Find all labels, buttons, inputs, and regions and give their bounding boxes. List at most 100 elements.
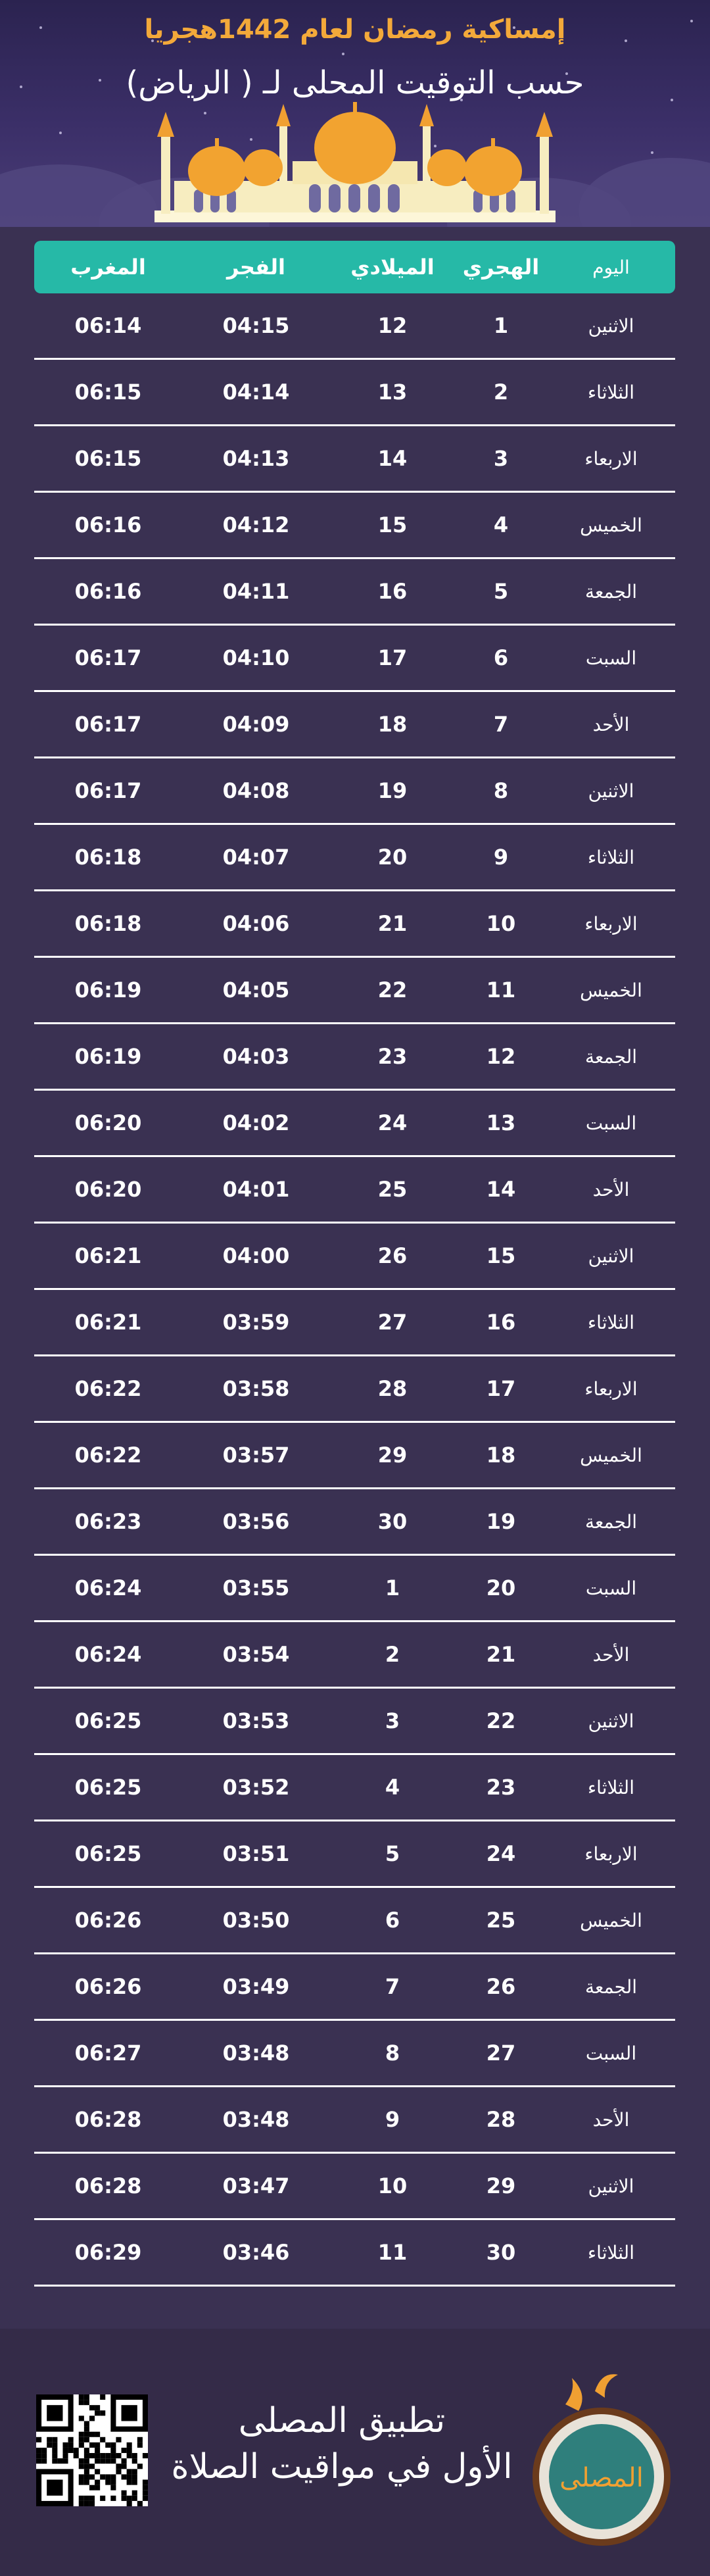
table-row: الاربعاء 17 28 03:58 06:22 <box>34 1356 675 1423</box>
cell-hijri: 16 <box>486 1310 516 1335</box>
cell-day: الاثنين <box>588 2175 634 2197</box>
cell-maghrib: 06:15 <box>74 446 142 471</box>
cell-hijri: 29 <box>486 2173 516 2198</box>
cell-maghrib: 06:22 <box>74 1443 142 1468</box>
cell-maghrib: 06:20 <box>74 1110 142 1135</box>
cell-maghrib: 06:24 <box>74 1575 142 1600</box>
cell-hijri: 5 <box>493 579 509 604</box>
cell-hijri: 11 <box>486 978 516 1003</box>
cell-hijri: 21 <box>486 1642 516 1667</box>
cell-day: الخميس <box>580 979 642 1001</box>
table-row: الأحد 21 2 03:54 06:24 <box>34 1622 675 1689</box>
cell-hijri: 26 <box>486 1974 516 1999</box>
cell-hijri: 27 <box>486 2041 516 2066</box>
cell-gregorian: 12 <box>377 313 408 338</box>
cell-hijri: 22 <box>486 1708 516 1733</box>
table-row: الأحد 7 18 04:09 06:17 <box>34 692 675 758</box>
cell-day: الثلاثاء <box>588 1776 634 1798</box>
cell-hijri: 24 <box>486 1841 516 1866</box>
cell-gregorian: 8 <box>385 2041 400 2066</box>
header-day: اليوم <box>592 256 630 278</box>
cell-fajr: 04:12 <box>222 512 290 537</box>
cell-day: الأحد <box>592 1178 630 1201</box>
cell-gregorian: 10 <box>377 2173 408 2198</box>
table-row: الأحد 14 25 04:01 06:20 <box>34 1157 675 1224</box>
table-row: الثلاثاء 2 13 04:14 06:15 <box>34 360 675 426</box>
cell-day: الجمعة <box>584 1510 638 1533</box>
table-row: السبت 20 1 03:55 06:24 <box>34 1556 675 1622</box>
cell-day: الثلاثاء <box>588 2241 634 2264</box>
cell-gregorian: 29 <box>377 1443 408 1468</box>
cell-hijri: 8 <box>493 778 509 803</box>
cell-fajr: 03:46 <box>222 2240 290 2265</box>
cell-fajr: 03:59 <box>222 1310 290 1335</box>
cell-day: الأحد <box>592 1643 630 1666</box>
cell-hijri: 19 <box>486 1509 516 1534</box>
cell-day: الجمعة <box>584 580 638 603</box>
cell-maghrib: 06:21 <box>74 1310 142 1335</box>
table-row: الأحد 28 9 03:48 06:28 <box>34 2087 675 2154</box>
cell-gregorian: 5 <box>385 1841 400 1866</box>
star-decoration <box>59 132 62 134</box>
table-row: الجمعة 12 23 04:03 06:19 <box>34 1024 675 1091</box>
cell-fajr: 03:48 <box>222 2107 290 2132</box>
cell-maghrib: 06:19 <box>74 1044 142 1069</box>
cell-fajr: 03:56 <box>222 1509 290 1534</box>
cell-maghrib: 06:20 <box>74 1177 142 1202</box>
table-row: الجمعة 5 16 04:11 06:16 <box>34 559 675 626</box>
table-row: السبت 13 24 04:02 06:20 <box>34 1091 675 1157</box>
table-row: الثلاثاء 23 4 03:52 06:25 <box>34 1755 675 1821</box>
page-title: إمساكية رمضان لعام 1442هجريا <box>144 14 566 45</box>
mosque-icon <box>154 102 556 222</box>
cell-maghrib: 06:22 <box>74 1376 142 1401</box>
cell-hijri: 12 <box>486 1044 516 1069</box>
cell-hijri: 7 <box>493 712 509 737</box>
cell-day: السبت <box>585 1112 637 1134</box>
cell-maghrib: 06:15 <box>74 380 142 405</box>
cell-fajr: 04:07 <box>222 845 290 870</box>
cloud-decoration <box>579 158 710 227</box>
cell-maghrib: 06:25 <box>74 1841 142 1866</box>
cell-gregorian: 24 <box>377 1110 408 1135</box>
cell-day: الخميس <box>580 1909 642 1931</box>
cell-day: الجمعة <box>584 1045 638 1068</box>
cell-gregorian: 15 <box>377 512 408 537</box>
cell-gregorian: 28 <box>377 1376 408 1401</box>
cell-gregorian: 20 <box>377 845 408 870</box>
cell-fajr: 04:05 <box>222 978 290 1003</box>
cell-fajr: 04:01 <box>222 1177 290 1202</box>
cell-day: الأحد <box>592 713 630 735</box>
cell-fajr: 04:08 <box>222 778 290 803</box>
cell-gregorian: 30 <box>377 1509 408 1534</box>
cell-hijri: 6 <box>493 645 509 670</box>
cell-gregorian: 13 <box>377 380 408 405</box>
table-row: الجمعة 26 7 03:49 06:26 <box>34 1954 675 2021</box>
cell-fajr: 03:49 <box>222 1974 290 1999</box>
header-banner: إمساكية رمضان لعام 1442هجريا حسب التوقيت… <box>0 0 710 227</box>
cell-day: الاثنين <box>588 1710 634 1732</box>
table-body: الاثنين 1 12 04:15 06:14 الثلاثاء 2 13 04:14 06:1… <box>34 293 675 2287</box>
cell-maghrib: 06:18 <box>74 845 142 870</box>
cell-gregorian: 16 <box>377 579 408 604</box>
cell-fajr: 04:03 <box>222 1044 290 1069</box>
cell-gregorian: 11 <box>377 2240 408 2265</box>
imsakiya-table: اليوم الهجري الميلادي الفجر المغرب الاثن… <box>34 241 675 2287</box>
cell-fajr: 03:57 <box>222 1443 290 1468</box>
cell-day: الاثنين <box>588 314 634 337</box>
cell-maghrib: 06:26 <box>74 1908 142 1933</box>
table-row: الاثنين 8 19 04:08 06:17 <box>34 758 675 825</box>
page-subtitle: حسب التوقيت المحلى لـ ( الرياض) <box>126 64 584 101</box>
header-gregorian: الميلادي <box>350 255 435 280</box>
cell-gregorian: 25 <box>377 1177 408 1202</box>
cell-fajr: 03:53 <box>222 1708 290 1733</box>
cell-fajr: 03:58 <box>222 1376 290 1401</box>
cell-day: الثلاثاء <box>588 1311 634 1333</box>
cell-day: الاربعاء <box>584 1377 638 1400</box>
cell-hijri: 9 <box>493 845 509 870</box>
cell-gregorian: 17 <box>377 645 408 670</box>
table-row: الاثنين 1 12 04:15 06:14 <box>34 293 675 360</box>
cell-fajr: 03:48 <box>222 2041 290 2066</box>
table-row: الاربعاء 3 14 04:13 06:15 <box>34 426 675 493</box>
cell-maghrib: 06:23 <box>74 1509 142 1534</box>
table-row: الخميس 25 6 03:50 06:26 <box>34 1888 675 1954</box>
